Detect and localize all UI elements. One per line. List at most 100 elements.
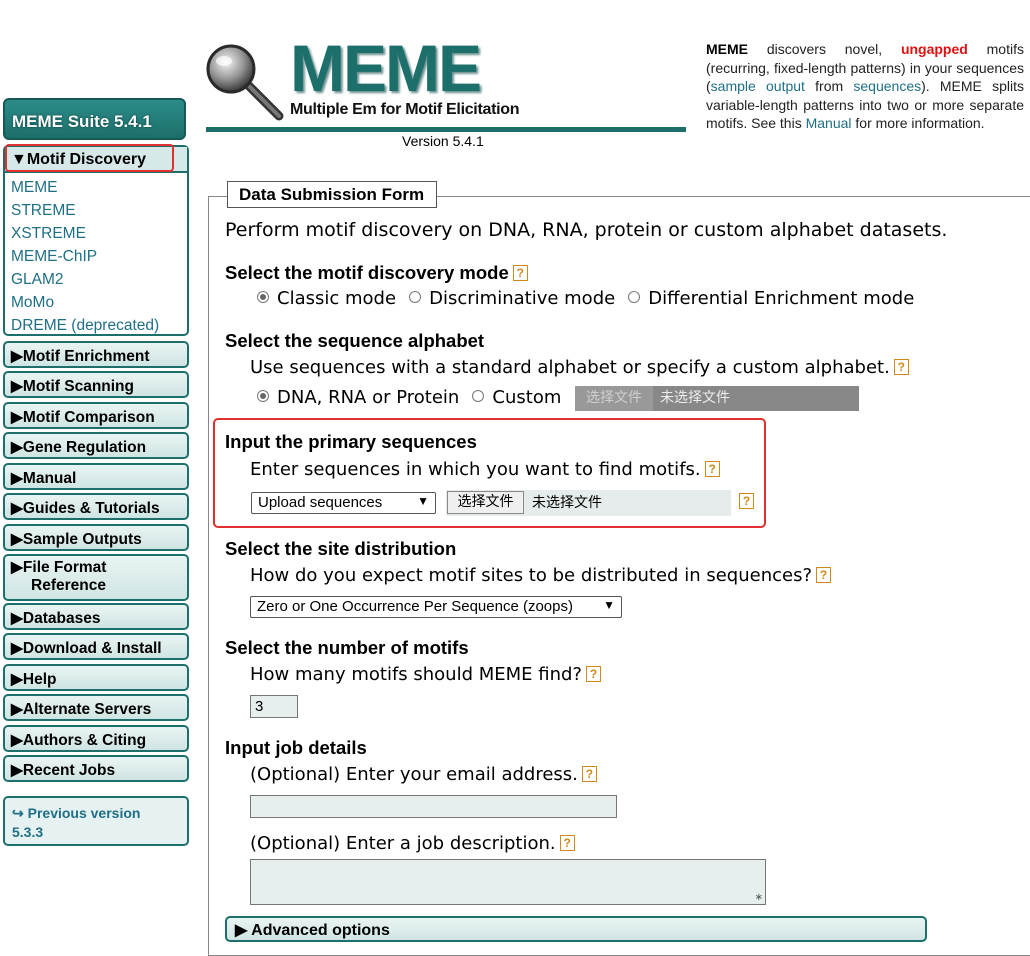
nav-file-format-line2: Reference [31,577,106,594]
version-label: Version 5.4.1 [402,133,484,149]
job-heading: Input job details [225,737,367,758]
intro-paragraph: MEME discovers novel, ungapped motifs (r… [706,40,1024,133]
previous-version-number: 5.3.3 [12,824,44,840]
nav-motif-comparison[interactable]: ▶Motif Comparison [3,402,189,429]
nav-motif-enrichment[interactable]: ▶Motif Enrichment [3,341,189,368]
nav-recent-jobs[interactable]: ▶Recent Jobs [3,755,189,782]
sequence-input-select[interactable]: Upload sequences ▼ [251,492,436,514]
radio-discriminative-mode[interactable] [409,291,422,303]
nav-motif-scanning[interactable]: ▶Motif Scanning [3,371,189,398]
nav-manual[interactable]: ▶Manual [3,463,189,490]
intro-text-3: from [804,78,854,94]
alphabet-options: DNA, RNA or Protein Custom [257,387,569,408]
job-description-textarea[interactable]: ∗ [250,859,766,905]
mode-options: Classic mode Discriminative mode Differe… [257,288,922,309]
intro-ungapped: ungapped [900,41,968,57]
radio-dna-rna-protein[interactable] [257,390,269,402]
alphabet-description: Use sequences with a standard alphabet o… [250,357,909,378]
primary-description: Enter sequences in which you want to fin… [250,459,720,480]
nmotifs-heading: Select the number of motifs [225,637,469,658]
nmotifs-description: How many motifs should MEME find?? [250,664,601,685]
upload-help-icon[interactable]: ? [739,493,754,509]
suite-title-button[interactable]: MEME Suite 5.4.1 [3,98,186,140]
alphabet-file-status: 未选择文件 [660,390,730,406]
form-legend: Data Submission Form [227,181,438,208]
primary-description-text: Enter sequences in which you want to fin… [250,459,701,480]
chevron-down-icon: ▼ [417,494,429,508]
alphabet-file-button: 选择文件 [575,386,653,411]
radio-classic-mode[interactable] [257,291,269,303]
magnifier-logo-icon [206,44,284,121]
nav-link-momo[interactable]: MoMo [11,291,187,314]
discriminative-mode-label: Discriminative mode [429,288,616,309]
nav-download-install[interactable]: ▶Download & Install [3,633,189,660]
nav-databases[interactable]: ▶Databases [3,603,189,630]
intro-text-5: for more information. [851,115,985,131]
choose-file-button[interactable]: 选择文件 [447,491,524,514]
nav-guides-tutorials[interactable]: ▶Guides & Tutorials [3,493,189,520]
custom-alphabet-label: Custom [492,387,562,408]
logo-subtitle: Multiple Em for Motif Elicitation [290,101,520,118]
nav-gene-regulation[interactable]: ▶Gene Regulation [3,432,189,459]
primary-file-input: 选择文件 未选择文件 [446,490,731,516]
highlight-box [5,144,174,172]
mode-heading-text: Select the motif discovery mode [225,262,509,283]
alphabet-heading: Select the sequence alphabet [225,330,485,351]
sequences-link[interactable]: sequences [853,78,921,94]
nav-sample-outputs[interactable]: ▶Sample Outputs [3,524,189,551]
nav-link-dreme[interactable]: DREME (deprecated) [11,314,187,337]
site-help-icon[interactable]: ? [816,567,831,583]
differential-mode-label: Differential Enrichment mode [648,288,915,309]
intro-text-1: discovers novel, [748,41,901,57]
nav-link-xstreme[interactable]: XSTREME [11,222,187,245]
previous-version-label: ↪ Previous version [12,805,141,821]
nmotifs-help-icon[interactable]: ? [586,666,601,682]
radio-custom-alphabet[interactable] [472,390,485,402]
nav-help[interactable]: ▶Help [3,664,189,691]
nav-file-format-reference[interactable]: ▶File Format Reference [3,554,189,601]
classic-mode-label: Classic mode [277,288,397,309]
mode-heading: Select the motif discovery mode? [225,262,528,284]
email-field[interactable] [250,795,617,818]
intro-brand: MEME [706,41,748,57]
nav-link-streme[interactable]: STREME [11,199,187,222]
nmotifs-description-text: How many motifs should MEME find? [250,664,582,685]
nav-file-format-line1: ▶File Format [11,559,107,576]
email-label-text: (Optional) Enter your email address. [250,764,578,785]
alphabet-description-text: Use sequences with a standard alphabet o… [250,357,890,378]
chevron-down-icon: ▼ [603,598,615,612]
primary-file-status: 未选择文件 [532,495,602,511]
header-divider [206,127,686,132]
email-help-icon[interactable]: ? [581,766,597,782]
previous-version-link[interactable]: ↪ Previous version 5.3.3 [3,796,189,846]
nav-link-meme-chip[interactable]: MEME-ChIP [11,245,187,268]
description-help-icon[interactable]: ? [559,835,575,851]
dna-rna-protein-label: DNA, RNA or Protein [277,387,460,408]
site-distribution-select[interactable]: Zero or One Occurrence Per Sequence (zoo… [250,596,622,618]
primary-heading: Input the primary sequences [225,431,477,452]
site-heading: Select the site distribution [225,538,457,559]
description-label: (Optional) Enter a job description.? [250,833,575,854]
description-label-text: (Optional) Enter a job description. [250,833,556,854]
radio-differential-mode[interactable] [628,291,641,303]
mode-help-icon[interactable]: ? [512,265,528,281]
alphabet-file-input: 选择文件 未选择文件 [575,386,859,411]
manual-link[interactable]: Manual [806,115,852,131]
resize-handle-icon[interactable]: ∗ [755,892,763,903]
nav-alternate-servers[interactable]: ▶Alternate Servers [3,694,189,721]
sequence-input-select-value: Upload sequences [258,494,383,511]
site-description-text: How do you expect motif sites to be dist… [250,565,812,586]
nav-link-meme[interactable]: MEME [11,176,187,199]
primary-help-icon[interactable]: ? [704,461,720,477]
form-lead-text: Perform motif discovery on DNA, RNA, pro… [225,219,948,241]
alphabet-help-icon[interactable]: ? [893,359,909,375]
nav-authors-citing[interactable]: ▶Authors & Citing [3,725,189,752]
sample-output-link[interactable]: sample output [711,78,805,94]
advanced-options-toggle[interactable]: ▶ Advanced options [225,916,927,942]
site-description: How do you expect motif sites to be dist… [250,565,831,586]
nav-link-glam2[interactable]: GLAM2 [11,268,187,291]
site-distribution-select-value: Zero or One Occurrence Per Sequence (zoo… [257,598,573,615]
nmotifs-input[interactable]: 3 [250,695,298,718]
motif-discovery-group: ▼Motif Discovery MEME STREME XSTREME MEM… [3,145,189,336]
email-label: (Optional) Enter your email address.? [250,764,597,785]
